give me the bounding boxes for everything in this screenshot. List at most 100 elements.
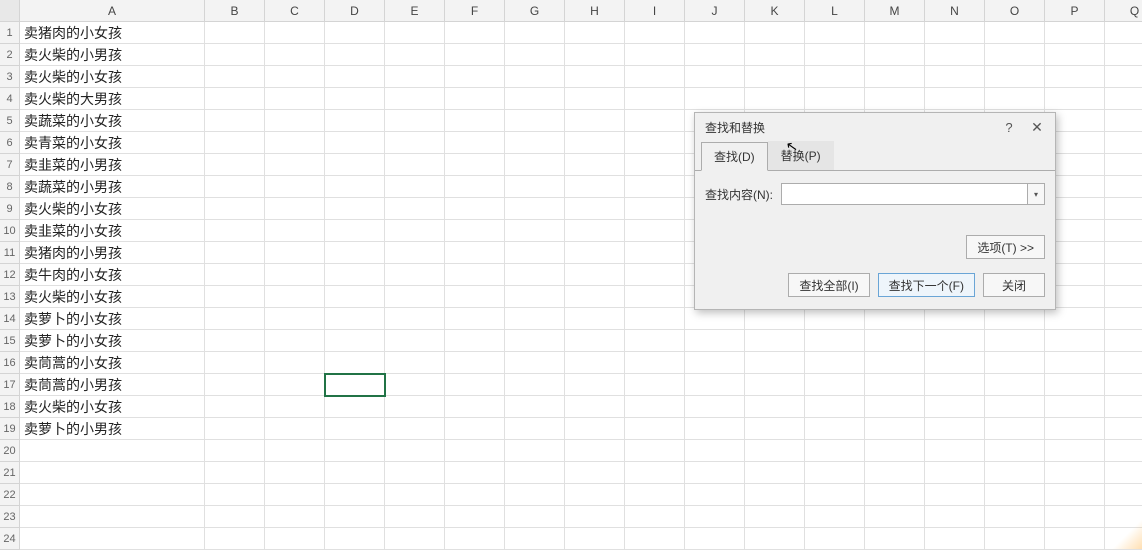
cell[interactable] [685,22,745,44]
cell[interactable] [925,374,985,396]
cell[interactable] [805,330,865,352]
cell[interactable] [865,44,925,66]
cell[interactable] [745,418,805,440]
cell[interactable] [985,88,1045,110]
cell[interactable] [985,484,1045,506]
cell[interactable] [205,132,265,154]
cell[interactable] [325,22,385,44]
cell[interactable]: 卖猪肉的小男孩 [20,242,205,264]
cell[interactable] [385,176,445,198]
cell[interactable] [385,440,445,462]
row-header[interactable]: 23 [0,506,20,528]
cell[interactable] [865,528,925,550]
cell[interactable]: 卖韭菜的小女孩 [20,220,205,242]
cell[interactable] [625,462,685,484]
cell[interactable] [1045,484,1105,506]
row-header[interactable]: 16 [0,352,20,374]
column-header[interactable]: B [205,0,265,22]
cell[interactable] [265,462,325,484]
cell[interactable] [385,88,445,110]
cell[interactable] [1045,44,1105,66]
cell[interactable] [565,308,625,330]
cell[interactable] [1105,176,1142,198]
cell[interactable] [745,484,805,506]
cell[interactable] [985,440,1045,462]
column-header[interactable]: H [565,0,625,22]
cell[interactable] [1045,22,1105,44]
select-all-corner[interactable] [0,0,20,22]
cell[interactable] [205,264,265,286]
cell[interactable] [505,418,565,440]
cell[interactable] [325,198,385,220]
cell[interactable] [745,44,805,66]
cell[interactable] [1045,330,1105,352]
cell[interactable] [1045,462,1105,484]
cell[interactable] [385,198,445,220]
column-header[interactable]: P [1045,0,1105,22]
cell[interactable] [805,374,865,396]
cell[interactable] [1105,308,1142,330]
cell[interactable] [925,462,985,484]
cell[interactable] [985,528,1045,550]
cell[interactable] [445,110,505,132]
cell[interactable] [445,132,505,154]
cell[interactable] [445,176,505,198]
cell[interactable] [685,66,745,88]
cell[interactable] [265,264,325,286]
cell[interactable] [1045,440,1105,462]
column-header[interactable]: G [505,0,565,22]
row-header[interactable]: 24 [0,528,20,550]
row-header[interactable]: 19 [0,418,20,440]
row-header[interactable]: 21 [0,462,20,484]
cell[interactable] [325,418,385,440]
cell[interactable] [505,308,565,330]
cell[interactable] [745,352,805,374]
cell[interactable] [805,506,865,528]
cell[interactable] [505,396,565,418]
cell[interactable] [205,220,265,242]
cell[interactable] [265,440,325,462]
cell[interactable] [925,308,985,330]
cell[interactable] [445,352,505,374]
cell[interactable] [625,88,685,110]
cell[interactable] [385,484,445,506]
cell[interactable] [445,286,505,308]
cell[interactable] [265,220,325,242]
cell[interactable] [865,88,925,110]
cell[interactable] [325,484,385,506]
cell[interactable] [445,88,505,110]
cell[interactable] [325,352,385,374]
cell[interactable] [805,66,865,88]
column-header[interactable]: N [925,0,985,22]
cell[interactable] [865,66,925,88]
cell[interactable] [685,44,745,66]
cell[interactable] [205,154,265,176]
cell[interactable]: 卖火柴的小女孩 [20,286,205,308]
cell[interactable] [685,396,745,418]
cell[interactable] [805,418,865,440]
cell[interactable] [445,506,505,528]
row-header[interactable]: 6 [0,132,20,154]
cell[interactable] [20,440,205,462]
cell[interactable] [565,44,625,66]
cell[interactable]: 卖火柴的小女孩 [20,198,205,220]
cell[interactable] [625,440,685,462]
cell[interactable] [445,264,505,286]
cell[interactable] [625,484,685,506]
cell[interactable] [385,242,445,264]
cell[interactable] [385,506,445,528]
cell[interactable]: 卖蔬菜的小男孩 [20,176,205,198]
row-header[interactable]: 3 [0,66,20,88]
cell[interactable] [925,66,985,88]
cell[interactable] [1105,264,1142,286]
cell[interactable] [1105,88,1142,110]
cell[interactable] [445,484,505,506]
cell[interactable] [1105,66,1142,88]
cell[interactable] [805,22,865,44]
cell[interactable] [685,308,745,330]
cell[interactable] [325,374,385,396]
cell[interactable]: 卖猪肉的小女孩 [20,22,205,44]
column-header[interactable]: I [625,0,685,22]
cell[interactable] [385,286,445,308]
cell[interactable] [925,88,985,110]
